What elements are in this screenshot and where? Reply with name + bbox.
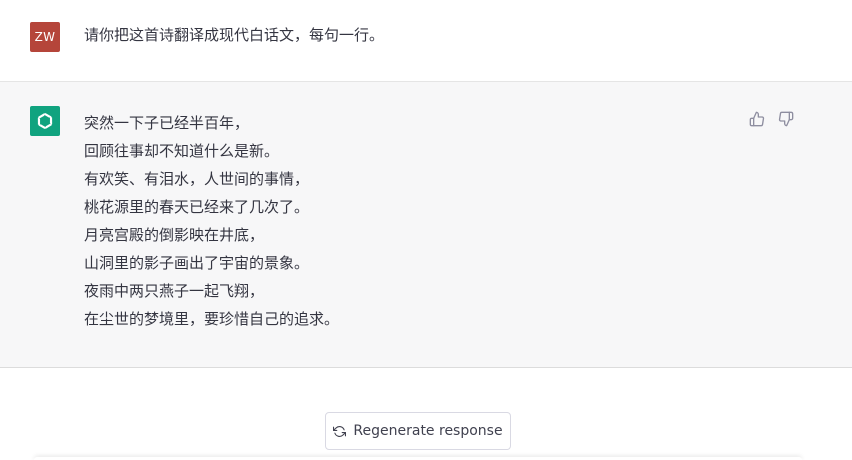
reply-line: 回顾往事却不知道什么是新。 (84, 142, 280, 160)
thumbs-up-button[interactable] (748, 110, 765, 127)
assistant-message-row: 突然一下子已经半百年， 回顾往事却不知道什么是新。 有欢笑、有泪水，人世间的事情… (0, 82, 852, 368)
assistant-avatar (30, 106, 60, 136)
reply-line: 夜雨中两只燕子一起飞翔， (84, 282, 265, 300)
regenerate-response-button[interactable]: Regenerate response (325, 412, 511, 450)
reply-line: 突然一下子已经半百年， (84, 114, 250, 132)
thumbs-up-icon (749, 111, 764, 126)
reply-line: 桃花源里的春天已经来了几次了。 (84, 198, 310, 216)
assistant-reply: 突然一下子已经半百年， 回顾往事却不知道什么是新。 有欢笑、有泪水，人世间的事情… (84, 109, 339, 333)
user-message-text: 请你把这首诗翻译成现代白话文，每句一行。 (84, 26, 385, 44)
user-message-row: ZW 请你把这首诗翻译成现代白话文，每句一行。 (0, 0, 852, 82)
reply-line: 有欢笑、有泪水，人世间的事情， (84, 170, 310, 188)
reply-line: 山洞里的影子画出了宇宙的景象。 (84, 254, 310, 272)
regenerate-label: Regenerate response (353, 423, 503, 439)
openai-logo-icon (37, 113, 53, 129)
thumbs-down-icon (778, 111, 793, 126)
reply-line: 月亮宫殿的倒影映在井底， (84, 226, 265, 244)
thumbs-down-button[interactable] (777, 110, 794, 127)
refresh-icon (333, 425, 347, 437)
feedback-buttons (748, 110, 794, 127)
chat-page: ZW 请你把这首诗翻译成现代白话文，每句一行。 突然一下子已经半百年， 回顾往事… (0, 0, 852, 460)
reply-line: 在尘世的梦境里，要珍惜自己的追求。 (84, 310, 340, 328)
user-avatar: ZW (30, 22, 60, 52)
